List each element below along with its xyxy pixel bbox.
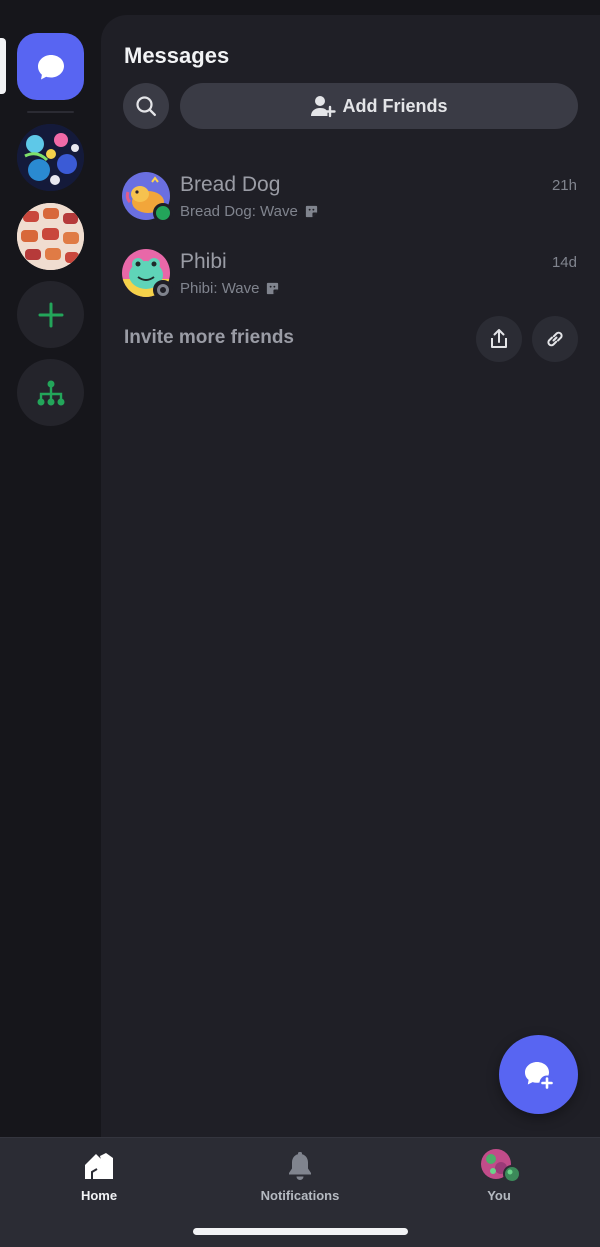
tab-notifications-label: Notifications — [260, 1188, 340, 1203]
share-icon — [491, 329, 507, 348]
dm-name: Bread Dog — [180, 173, 281, 196]
user-avatar-icon — [481, 1149, 521, 1183]
server-food-button[interactable] — [17, 203, 84, 270]
dm-name: Phibi — [180, 250, 227, 273]
tab-notifications[interactable]: Notifications — [230, 1150, 370, 1210]
plus-icon — [38, 302, 63, 327]
status-online-icon — [153, 203, 173, 223]
dm-row-bread-dog[interactable]: Bread Dog Bread Dog: Wave 21h — [101, 163, 600, 229]
new-message-button[interactable] — [499, 1035, 578, 1114]
home-icon — [85, 1153, 113, 1179]
add-friends-label: Add Friends — [342, 95, 448, 116]
discover-hubs-button[interactable] — [17, 359, 84, 426]
add-friend-icon — [311, 96, 337, 118]
server-art-button[interactable] — [17, 124, 84, 191]
dm-timestamp: 14d — [551, 254, 577, 271]
tab-home[interactable]: Home — [29, 1150, 169, 1210]
hub-icon — [37, 380, 64, 405]
add-friends-button[interactable]: Add Friends — [180, 83, 578, 129]
tab-home-label: Home — [80, 1188, 118, 1203]
page-title: Messages — [124, 43, 230, 68]
search-icon — [136, 96, 156, 116]
direct-messages-button[interactable] — [17, 33, 84, 100]
dm-timestamp: 21h — [551, 177, 577, 194]
discord-app: Messages Add Friends Bread Dog Bread Dog… — [0, 0, 600, 1247]
home-indicator — [193, 1228, 408, 1235]
avatar — [122, 172, 173, 223]
dm-preview-text: Phibi: Wave — [180, 280, 260, 297]
share-invite-button[interactable] — [476, 316, 522, 362]
server-food-icon — [17, 203, 84, 270]
sticker-icon — [267, 282, 279, 295]
copy-link-button[interactable] — [532, 316, 578, 362]
bell-icon — [289, 1152, 311, 1180]
avatar — [122, 249, 173, 300]
dm-row-phibi[interactable]: Phibi Phibi: Wave 14d — [101, 240, 600, 306]
server-rail — [0, 0, 101, 1137]
status-offline-icon — [153, 280, 173, 300]
chat-bubble-icon — [37, 54, 64, 79]
new-message-icon — [524, 1061, 554, 1090]
messages-panel: Messages Add Friends Bread Dog Bread Dog… — [101, 15, 600, 1137]
dm-preview: Phibi: Wave — [180, 280, 280, 297]
invite-label: Invite more friends — [124, 327, 294, 348]
search-button[interactable] — [123, 83, 169, 129]
add-server-button[interactable] — [17, 281, 84, 348]
sticker-icon — [305, 205, 317, 218]
server-art-icon — [17, 124, 84, 191]
dm-preview-text: Bread Dog: Wave — [180, 203, 298, 220]
dm-preview: Bread Dog: Wave — [180, 203, 319, 220]
rail-divider — [27, 111, 74, 113]
link-icon — [547, 331, 563, 347]
tab-you[interactable]: You — [429, 1149, 569, 1210]
tab-you-label: You — [487, 1188, 511, 1203]
selected-indicator — [0, 38, 6, 94]
